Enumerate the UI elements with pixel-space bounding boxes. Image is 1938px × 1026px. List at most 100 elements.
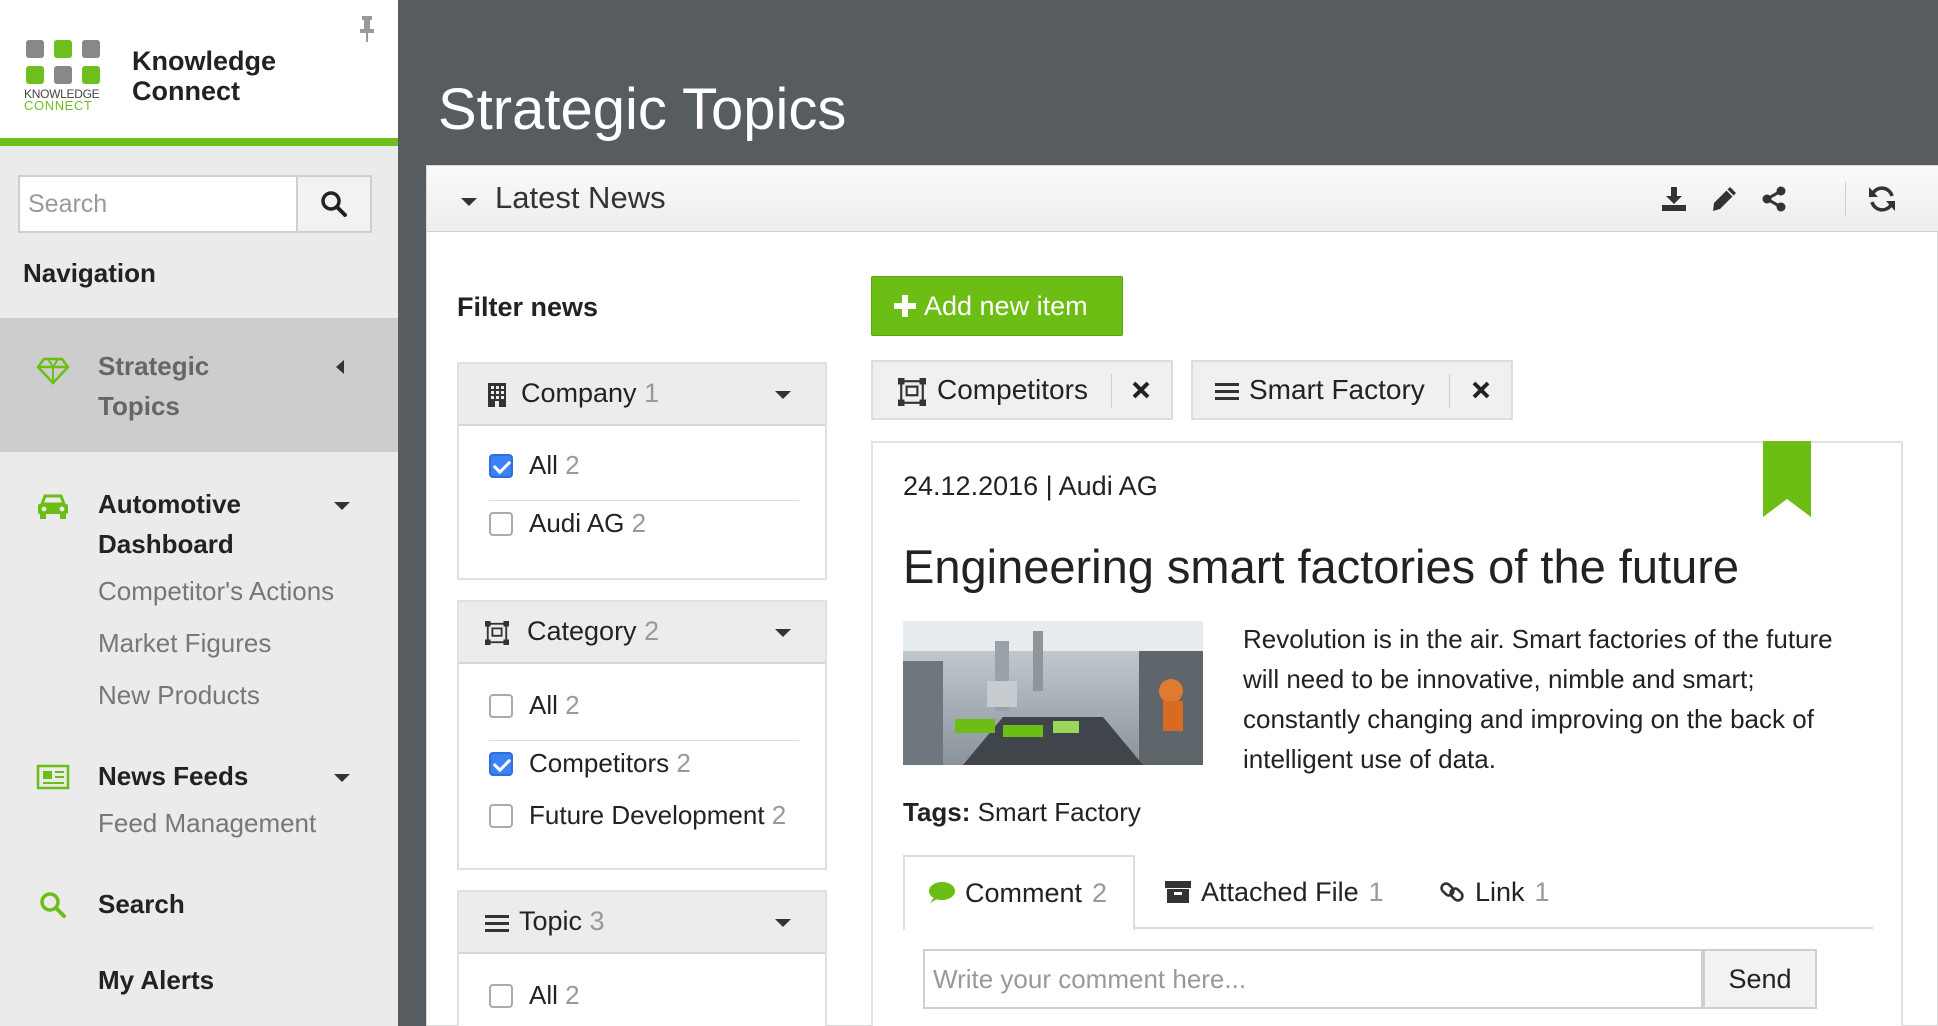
remove-filter-button[interactable] <box>1127 376 1155 404</box>
facet-topic: Topic 3 All 2 <box>457 890 827 1026</box>
option-label: All 2 <box>529 450 580 480</box>
checkbox[interactable] <box>489 984 513 1008</box>
sidebar-item-strategic-topics[interactable]: Strategic Topics <box>0 318 398 452</box>
tab-attached-file[interactable]: Attached File 1 <box>1143 855 1384 929</box>
comment-input[interactable] <box>923 949 1703 1009</box>
add-new-item-label: Add new item <box>924 290 1088 321</box>
sidebar-item-label: My Alerts <box>98 965 215 995</box>
brand-name: Knowledge Connect <box>132 46 277 106</box>
checkbox-checked[interactable] <box>489 454 513 478</box>
panel-header: Latest News <box>427 166 1938 232</box>
facet-category: Category 2 All 2 Competitors 2 Future De… <box>457 600 827 870</box>
archive-icon <box>1165 881 1191 903</box>
article-title[interactable]: Engineering smart factories of the futur… <box>903 539 1739 594</box>
option-all[interactable]: All 2 <box>489 976 809 1016</box>
latest-news-panel: Latest News Filter news Company 1 All 2 … <box>426 165 1938 1026</box>
download-icon <box>1662 187 1686 211</box>
pencil-icon <box>1713 187 1736 211</box>
sidebar-subitem-competitors-actions[interactable]: Competitor's Actions <box>98 576 334 607</box>
option-label: All 2 <box>529 980 580 1010</box>
facet-company: Company 1 All 2 Audi AG 2 <box>457 362 827 580</box>
navigation-title: Navigation <box>23 258 156 288</box>
share-button[interactable] <box>1759 184 1789 214</box>
sidebar-subitem-market-figures[interactable]: Market Figures <box>98 628 271 659</box>
facet-title: Category 2 <box>527 616 660 646</box>
chip-label: Competitors <box>937 374 1088 405</box>
facet-title: Company 1 <box>521 378 660 408</box>
list-icon <box>1215 383 1239 400</box>
chevron-down-icon[interactable] <box>775 391 791 399</box>
checkbox-checked[interactable] <box>489 752 513 776</box>
option-all[interactable]: All 2 <box>489 686 809 726</box>
sidebar-item-label: Strategic Topics <box>98 351 210 421</box>
logo-text: KNOWLEDGE CONNECT <box>24 87 100 113</box>
collapse-icon[interactable] <box>461 198 477 206</box>
edit-button[interactable] <box>1709 184 1739 214</box>
article-tabs: Comment 2 Attached File 1 Link 1 <box>903 855 1873 931</box>
facet-header[interactable]: Category 2 <box>459 602 825 664</box>
search-input[interactable] <box>18 175 296 233</box>
article-body: Revolution is in the air. Smart factorie… <box>1243 624 1833 774</box>
sidebar-subitem-feed-management[interactable]: Feed Management <box>98 808 316 839</box>
facet-title: Topic 3 <box>519 906 605 936</box>
page-title: Strategic Topics <box>438 77 847 142</box>
send-button[interactable]: Send <box>1703 949 1817 1009</box>
facet-header[interactable]: Topic 3 <box>459 892 825 954</box>
search-icon <box>321 191 347 217</box>
filter-chip-smart-factory: Smart Factory <box>1191 360 1513 420</box>
pin-icon[interactable] <box>356 14 378 44</box>
article-image <box>903 621 1203 765</box>
plus-icon <box>894 295 916 317</box>
comment-icon <box>929 882 955 903</box>
brand-header: KNOWLEDGE CONNECT Knowledge Connect <box>0 0 398 146</box>
link-icon <box>1440 882 1464 902</box>
list-icon <box>485 915 509 932</box>
car-icon <box>38 494 68 519</box>
download-button[interactable] <box>1659 184 1689 214</box>
comment-form: Send <box>923 949 1817 1009</box>
news-card: 24.12.2016 | Audi AG Engineering smart f… <box>871 441 1903 1026</box>
bookmark-icon[interactable] <box>1763 441 1811 517</box>
chevron-down-icon[interactable] <box>775 629 791 637</box>
option-audi-ag[interactable]: Audi AG 2 <box>489 504 809 544</box>
option-future-development[interactable]: Future Development 2 <box>489 796 809 836</box>
facet-header[interactable]: Company 1 <box>459 364 825 426</box>
option-label: Competitors 2 <box>529 748 691 778</box>
divider <box>489 500 799 501</box>
chip-divider <box>1449 374 1450 408</box>
refresh-button[interactable] <box>1867 184 1897 214</box>
toolbar-divider <box>1845 182 1846 216</box>
search-icon <box>40 892 66 918</box>
chevron-down-icon[interactable] <box>334 502 350 510</box>
chevron-down-icon[interactable] <box>775 919 791 927</box>
option-competitors[interactable]: Competitors 2 <box>489 744 809 784</box>
sidebar-search <box>18 175 372 233</box>
checkbox[interactable] <box>489 804 513 828</box>
sidebar-item-label: Automotive Dashboard <box>98 489 241 559</box>
option-all[interactable]: All 2 <box>489 446 809 486</box>
add-new-item-button[interactable]: Add new item <box>871 276 1123 336</box>
tab-link[interactable]: Link 1 <box>1417 855 1550 929</box>
category-icon <box>485 621 509 645</box>
option-label: Audi AG 2 <box>529 508 647 538</box>
tab-comment[interactable]: Comment 2 <box>903 855 1135 931</box>
divider <box>489 740 799 741</box>
diamond-icon <box>36 357 70 385</box>
remove-filter-button[interactable] <box>1467 376 1495 404</box>
chip-label: Smart Factory <box>1249 374 1425 405</box>
sidebar-subitem-new-products[interactable]: New Products <box>98 680 260 711</box>
refresh-icon <box>1869 186 1895 212</box>
chevron-down-icon[interactable] <box>334 774 350 782</box>
share-icon <box>1762 186 1786 212</box>
filter-title: Filter news <box>457 292 599 322</box>
checkbox[interactable] <box>489 694 513 718</box>
category-icon <box>898 378 926 406</box>
sidebar-item-label: News Feeds <box>98 761 249 791</box>
checkbox[interactable] <box>489 512 513 536</box>
chevron-left-icon <box>336 360 344 374</box>
search-button[interactable] <box>296 175 372 233</box>
newspaper-icon <box>36 764 70 790</box>
sidebar-item-label: Search <box>98 889 185 919</box>
chip-divider <box>1111 374 1112 408</box>
panel-title: Latest News <box>495 180 666 215</box>
